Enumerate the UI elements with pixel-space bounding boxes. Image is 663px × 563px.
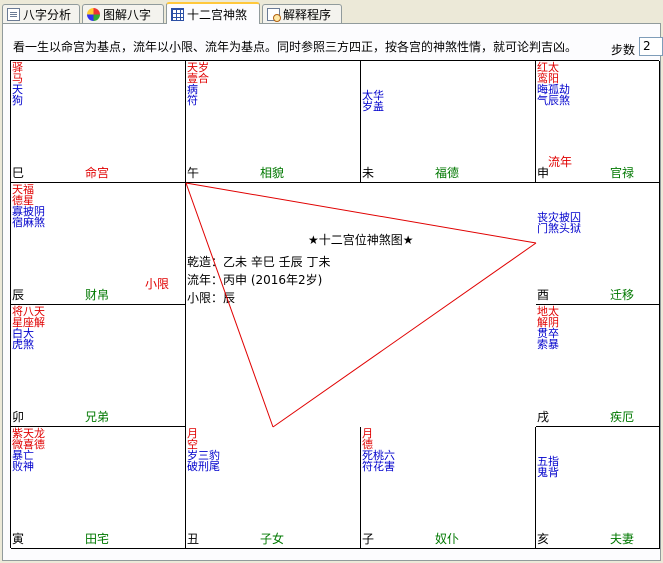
- inauspicious-star-text: 气辰煞: [537, 94, 570, 107]
- palace-board: 驿马天狗巳命宫 天岁 壹合病符午相貌 太华 岁盖未福德 红太 鸾阳 晦孤劫 气辰煞申官禄 流年 天福…: [10, 60, 660, 549]
- inauspicious-star-text: 符花害: [362, 460, 395, 473]
- palace-name: 夫妻: [610, 532, 635, 546]
- palace-cell-戌: 地太 解阴 贯卒 索暴戌疾厄: [536, 305, 660, 427]
- earthly-branch-label: 未: [362, 166, 375, 180]
- inauspicious-star-text: 索暴: [537, 338, 559, 351]
- marker-label: 流年: [548, 155, 573, 169]
- palace-name: 子女: [260, 532, 285, 546]
- inauspicious-star-text: 破刑尾: [187, 460, 220, 473]
- palace-name: 兄弟: [85, 410, 110, 424]
- inauspicious-star-text: 门煞头狱: [537, 222, 581, 235]
- earthly-branch-label: 丑: [187, 532, 200, 546]
- tab-label: 十二宫神煞: [187, 7, 248, 22]
- palace-name: 财帛: [85, 288, 110, 302]
- palace-name: 疾厄: [610, 410, 635, 424]
- earthly-branch-label: 酉: [537, 288, 550, 302]
- palace-cell-酉: 丧灾披囚 门煞头狱酉迁移: [536, 183, 660, 305]
- palace-name: 官禄: [610, 166, 635, 180]
- palace-cell-寅: 紫天龙 微喜德 暴亡 败神寅田宅: [11, 427, 186, 549]
- inauspicious-star-text: 败神: [12, 460, 34, 473]
- tab-label: 解释程序: [283, 7, 332, 22]
- earthly-branch-label: 寅: [12, 532, 25, 546]
- palace-cell-午: 天岁 壹合病符午相貌: [186, 61, 361, 183]
- palace-cell-辰: 天福 德星 寡披阴 宿麻煞辰财帛 小限: [11, 183, 186, 305]
- earthly-branch-label: 子: [362, 532, 375, 546]
- palace-name: 迁移: [610, 288, 635, 302]
- chart-title: ★十二宫位神煞图★: [308, 233, 414, 247]
- bazi-pillars: 乾造：乙未 辛巳 壬辰 丁未: [187, 255, 331, 269]
- palace-name: 相貌: [260, 166, 285, 180]
- inauspicious-star-text: 鬼背: [537, 466, 559, 479]
- stepper-label: 步数: [611, 43, 636, 57]
- marker-label: 小限: [145, 277, 170, 291]
- palace-cell-子: 月德死桃六 符花害子奴仆: [361, 427, 536, 549]
- center-info: ★十二宫位神煞图★ 乾造：乙未 辛巳 壬辰 丁未 流年：丙申 (2016年2岁) 小限…: [186, 183, 536, 427]
- palace-cell-卯: 将八天 星座解 白大 虎煞卯兄弟: [11, 305, 186, 427]
- document-icon: [7, 7, 20, 21]
- palace-name: 奴仆: [435, 532, 460, 546]
- palace-name: 田宅: [85, 532, 110, 546]
- palace-cell-丑: 月空岁三豹 破刑尾丑子女: [186, 427, 361, 549]
- tab-label: 八字分析: [23, 7, 72, 22]
- intro-text: 看一生以命宫为基点，流年以小限、流年为基点。同时参照三方四正，按各宫的神煞性情，…: [13, 40, 578, 54]
- inauspicious-star-text: 宿麻煞: [12, 216, 45, 229]
- palace-cell-申: 红太 鸾阳 晦孤劫 气辰煞申官禄 流年: [536, 61, 660, 183]
- tab-bazi-analysis[interactable]: 八字分析: [2, 4, 80, 23]
- palace-name: 命宫: [85, 166, 110, 180]
- earthly-branch-label: 戌: [537, 410, 550, 424]
- grid-icon: [171, 7, 184, 21]
- inauspicious-star-text: 岁盖: [362, 100, 384, 113]
- palace-cell-亥: 五指 鬼背亥夫妻: [536, 427, 660, 549]
- tab-twelve-palaces[interactable]: 十二宫神煞: [166, 2, 260, 24]
- palace-name: 福德: [435, 166, 460, 180]
- color-wheel-icon: [87, 7, 100, 21]
- tab-bazi-diagram[interactable]: 图解八字: [82, 4, 164, 23]
- palace-cell-未: 太华 岁盖未福德: [361, 61, 536, 183]
- earthly-branch-label: 辰: [12, 288, 25, 302]
- inauspicious-star-text: 虎煞: [12, 338, 34, 351]
- inauspicious-star-text: 狗: [12, 94, 23, 107]
- earthly-branch-label: 卯: [12, 410, 25, 424]
- earthly-branch-label: 亥: [537, 532, 550, 546]
- tab-explain-program[interactable]: 解释程序: [262, 4, 342, 23]
- magnify-document-icon: [267, 7, 281, 22]
- minor-limit: 小限：辰: [187, 291, 236, 305]
- earthly-branch-label: 午: [187, 166, 200, 180]
- inauspicious-star-text: 符: [187, 94, 198, 107]
- tab-strip: 八字分析 图解八字 十二宫神煞 解释程序: [0, 0, 663, 24]
- palace-cell-巳: 驿马天狗巳命宫: [11, 61, 186, 183]
- tab-label: 图解八字: [103, 7, 152, 22]
- current-year: 流年：丙申 (2016年2岁): [187, 273, 323, 287]
- age-step-input[interactable]: 2岁: [639, 37, 663, 56]
- earthly-branch-label: 巳: [12, 166, 25, 180]
